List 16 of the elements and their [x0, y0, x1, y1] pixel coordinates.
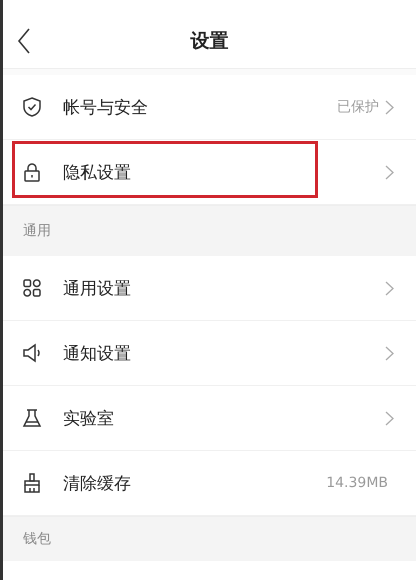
row-label: 清除缓存 — [63, 472, 132, 494]
flask-icon — [21, 407, 43, 429]
settings-row[interactable]: 隐私设置 — [3, 140, 416, 205]
back-icon — [17, 28, 31, 54]
row-label: 隐私设置 — [63, 162, 132, 184]
row-value: 已保护 — [337, 98, 379, 116]
row-value: 14.39MB — [326, 475, 388, 491]
row-label: 通用设置 — [63, 278, 132, 300]
grid-icon — [21, 277, 43, 299]
shield-check-icon — [21, 96, 43, 118]
section-title: 钱包 — [23, 530, 51, 548]
row-label: 帐号与安全 — [63, 96, 149, 118]
row-label: 实验室 — [63, 408, 115, 430]
page-title: 设置 — [190, 29, 228, 54]
row-label: 通知设置 — [63, 342, 132, 364]
section-title: 通用 — [23, 222, 51, 240]
